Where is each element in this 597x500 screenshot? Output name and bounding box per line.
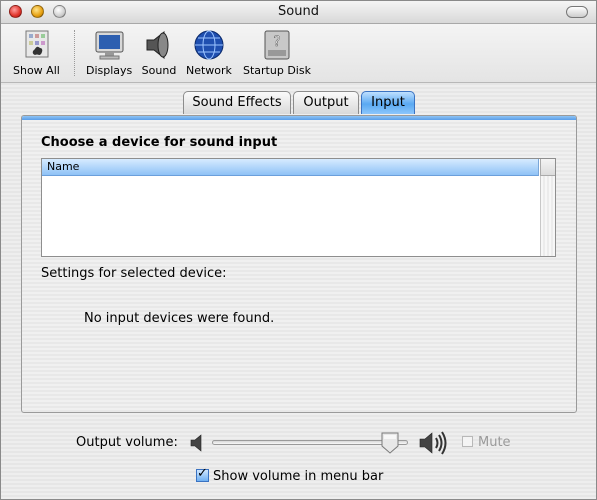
volume-high-icon	[419, 431, 447, 455]
toolbar-item-startup-disk[interactable]: ? Startup Disk	[243, 28, 311, 77]
toolbar-toggle-button[interactable]	[566, 6, 588, 18]
toolbar-item-label: Show All	[13, 64, 60, 77]
output-volume-label: Output volume:	[76, 435, 178, 450]
svg-text:?: ?	[273, 34, 280, 50]
section-heading: Choose a device for sound input	[41, 135, 278, 150]
title-bar[interactable]: Sound	[1, 1, 596, 24]
hard-disk-icon: ?	[264, 30, 290, 60]
show-volume-label: Show volume in menu bar	[213, 469, 384, 484]
settings-label: Settings for selected device:	[41, 266, 227, 281]
mute-checkbox-box[interactable]	[462, 436, 473, 447]
list-header-corner	[540, 159, 555, 176]
tab-input[interactable]: Input	[361, 91, 415, 114]
tab-sound-effects[interactable]: Sound Effects	[183, 91, 291, 114]
list-scrollbar[interactable]	[540, 176, 555, 256]
toolbar: Show All Displays Sound Network ? Startu…	[1, 24, 596, 83]
checkbox-checked-icon[interactable]	[196, 466, 209, 482]
no-devices-message: No input devices were found.	[84, 311, 275, 326]
sound-preferences-window: Sound Show All Displays Sound Network ? …	[0, 0, 597, 500]
toolbar-item-show-all[interactable]: Show All	[13, 28, 60, 77]
output-volume-slider[interactable]	[212, 440, 408, 445]
speaker-icon	[146, 30, 169, 60]
toolbar-item-label: Sound	[141, 64, 177, 77]
toolbar-item-network[interactable]: Network	[186, 28, 232, 77]
mute-checkbox[interactable]: Mute	[462, 435, 511, 450]
show-all-icon	[25, 30, 49, 58]
panel-accent-bar	[22, 116, 576, 120]
toolbar-item-label: Network	[186, 64, 232, 77]
input-device-list[interactable]: Name	[41, 158, 556, 257]
column-header-name[interactable]: Name	[42, 159, 539, 176]
input-panel: Choose a device for sound input Name Set…	[21, 115, 577, 413]
toolbar-separator	[74, 30, 75, 76]
mute-label: Mute	[478, 435, 511, 450]
window-title: Sound	[278, 4, 319, 19]
volume-slider-thumb[interactable]	[381, 432, 399, 454]
tab-output[interactable]: Output	[293, 91, 359, 114]
globe-icon	[194, 30, 224, 60]
toolbar-item-label: Startup Disk	[243, 64, 311, 77]
show-volume-in-menu-bar-checkbox[interactable]: Show volume in menu bar	[196, 466, 384, 484]
display-icon	[95, 31, 124, 60]
toolbar-item-displays[interactable]: Displays	[86, 28, 132, 77]
toolbar-item-label: Displays	[86, 64, 133, 77]
volume-low-icon	[190, 434, 202, 452]
toolbar-item-sound[interactable]: Sound	[141, 28, 177, 77]
